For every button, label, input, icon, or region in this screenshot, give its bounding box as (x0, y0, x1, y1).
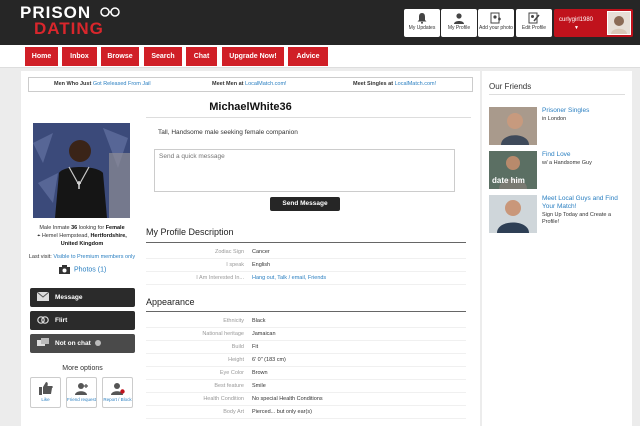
profile-summary: Male Inmate 36 looking for Female ⌖ Heme… (37, 225, 127, 247)
like-label: Like (41, 397, 50, 402)
appearance-row: Best feature Smile (146, 380, 466, 393)
promo-link-localmatch-singles[interactable]: LocalMatch.com! (395, 81, 437, 87)
like-button[interactable]: Like (30, 377, 61, 408)
appearance-row: Ethnicity Black (146, 315, 466, 328)
appearance-row: National heritage Jamaican (146, 328, 466, 341)
divider (146, 242, 466, 243)
friend-ad-image (489, 195, 537, 233)
last-visit: Last visit: Visible to Premium members o… (28, 254, 136, 260)
user-menu-username: curlygirl1980 (559, 17, 594, 23)
friend-ad-image: date him (489, 151, 537, 189)
divider (146, 117, 471, 118)
profile-row: Zodiac Sign Cancer (146, 246, 466, 259)
add-photo-label: Add your photo (479, 25, 513, 31)
appearance-row: Body Art Pierced... but only ear(s) (146, 406, 466, 419)
friend-ad-subtitle: Sign Up Today and Create a Profile! (542, 212, 611, 225)
friend-request-label: Friend request (67, 397, 97, 402)
friend-ad-title[interactable]: Meet Local Guys and Find Your Match! (542, 195, 629, 211)
promo-item: Meet Singles at LocalMatch.com! (353, 81, 437, 87)
promo-item: Men Who Just Got Released From Jail (54, 81, 151, 87)
flirt-button[interactable]: Flirt (30, 311, 135, 330)
promo-link-released[interactable]: Got Released From Jail (93, 81, 151, 87)
my-profile-label: My Profile (447, 25, 471, 31)
avatar (607, 11, 631, 35)
profile-row: I Am Interested In... Hang out, Talk / em… (146, 272, 466, 285)
promo-bar: Men Who Just Got Released From Jail Meet… (28, 77, 473, 92)
my-updates-button[interactable]: My Updates (404, 9, 440, 37)
more-options-label: More options (62, 365, 103, 372)
friend-ad-title[interactable]: Prisoner Singles (542, 107, 629, 115)
chat-icon (37, 338, 49, 346)
promo-link-localmatch-men[interactable]: LocalMatch.com! (245, 81, 287, 87)
friend-ad-subtitle: in London (542, 116, 567, 122)
quick-message-input[interactable] (154, 149, 455, 192)
camera-icon (59, 265, 70, 274)
friend-ad-subtitle: w/ a Handsome Guy (542, 160, 592, 166)
thumbs-up-icon (38, 382, 53, 395)
nav-advice[interactable]: Advice (288, 47, 328, 66)
chevron-down-icon: ▼ (574, 25, 579, 31)
edit-profile-button[interactable]: Edit Profile (516, 9, 552, 37)
appearance-row: Eye Color Brown (146, 367, 466, 380)
offline-status-dot (94, 340, 101, 346)
edit-profile-icon (528, 12, 540, 24)
friend-request-button[interactable]: Friend request (66, 377, 97, 408)
friend-ad-image (489, 107, 537, 145)
envelope-icon (37, 292, 49, 301)
premium-link[interactable]: Visible to Premium members only (53, 254, 135, 260)
handcuffs-icon (100, 7, 120, 17)
site-logo[interactable]: PRISON DATING (20, 4, 104, 38)
nav-home[interactable]: Home (25, 47, 58, 66)
user-icon (454, 13, 464, 24)
friends-sidebar: Our Friends Prisoner Singles in London d… (482, 71, 632, 426)
my-profile-button[interactable]: My Profile (441, 9, 477, 37)
add-photo-button[interactable]: Add your photo (478, 9, 514, 37)
add-photo-icon (490, 12, 501, 24)
appearance-row: Build Fit (146, 341, 466, 354)
profile-tagline: Tall, Handsome male seeking female compa… (158, 129, 298, 136)
site-header: PRISON DATING My Updates My Profile Add … (0, 0, 640, 45)
chat-status-button[interactable]: Not on chat (30, 334, 135, 353)
profile-panel: Men Who Just Got Released From Jail Meet… (21, 71, 480, 426)
photos-link[interactable]: Photos (1) (59, 265, 106, 274)
nav-search[interactable]: Search (144, 47, 182, 66)
friend-ad-overlay: date him (492, 176, 525, 185)
nav-inbox[interactable]: Inbox (62, 47, 97, 66)
interests-link[interactable]: Hang out, Talk / email, Friends (252, 275, 326, 281)
divider (489, 94, 625, 95)
location-pin-icon: ⌖ (37, 233, 41, 239)
my-updates-label: My Updates (408, 25, 436, 31)
nav-chat[interactable]: Chat (186, 47, 217, 66)
appearance-title: Appearance (146, 297, 195, 307)
appearance-row: Health Condition No special Health Condit… (146, 393, 466, 406)
report-block-button[interactable]: Report / Block (102, 377, 133, 408)
user-menu[interactable]: curlygirl1980 ▼ (554, 9, 633, 37)
add-friend-icon (74, 383, 88, 395)
profile-row: I speak English (146, 259, 466, 272)
friend-ad-title[interactable]: Find Love (542, 151, 629, 159)
profile-username: MichaelWhite36 (209, 101, 292, 113)
sidebar-title: Our Friends (489, 82, 532, 91)
bell-icon (417, 13, 427, 24)
promo-item: Meet Men at LocalMatch.com! (212, 81, 287, 87)
report-block-label: Report / Block (103, 397, 132, 402)
divider (146, 311, 466, 312)
profile-photo[interactable] (33, 123, 130, 218)
nav-browse[interactable]: Browse (101, 47, 139, 66)
main-nav: Home Inbox Browse Search Chat Upgrade No… (0, 45, 640, 68)
report-user-icon (110, 383, 125, 395)
profile-description-title: My Profile Description (146, 227, 234, 237)
nav-upgrade[interactable]: Upgrade Now! (222, 47, 284, 66)
flirt-icon (37, 316, 49, 324)
send-message-button[interactable]: Send Message (270, 197, 340, 211)
message-button[interactable]: Message (30, 288, 135, 307)
logo-line-2: DATING (34, 19, 104, 38)
appearance-row: Height 6' 0" (183 cm) (146, 354, 466, 367)
edit-profile-label: Edit Profile (521, 25, 547, 31)
